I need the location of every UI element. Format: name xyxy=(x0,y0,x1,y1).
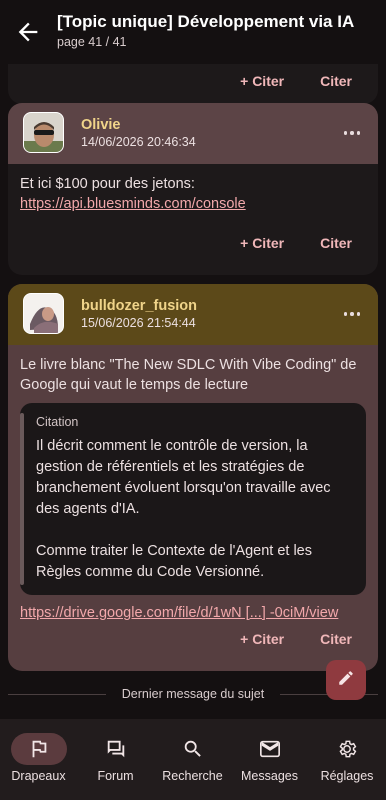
nav-item-messages[interactable]: Messages xyxy=(231,719,308,800)
post-card: + Citer Citer xyxy=(8,64,378,104)
nav-item-recherche[interactable]: Recherche xyxy=(154,719,231,800)
flag-icon xyxy=(10,733,67,765)
post-body: Et ici $100 pour des jetons: https://api… xyxy=(8,164,378,214)
quote-label: Citation xyxy=(36,415,79,429)
quote-button[interactable]: Citer xyxy=(320,235,352,251)
reply-button[interactable] xyxy=(326,660,366,700)
back-arrow-icon[interactable] xyxy=(14,18,42,46)
post-date: 15/06/2026 21:54:44 xyxy=(81,316,196,330)
page-indicator: page 41 / 41 xyxy=(57,35,127,49)
nav-label: Recherche xyxy=(162,769,223,783)
quote-paragraph: Il décrit comment le contrôle de version… xyxy=(36,438,331,517)
quote-block: Citation Il décrit comment le contrôle d… xyxy=(20,403,366,595)
forum-icon xyxy=(88,733,144,765)
post-author[interactable]: bulldozer_fusion xyxy=(81,298,197,314)
post-card: bulldozer_fusion 15/06/2026 21:54:44 Le … xyxy=(8,284,378,671)
mail-icon xyxy=(242,733,298,765)
post-header: bulldozer_fusion 15/06/2026 21:54:44 xyxy=(8,284,378,345)
post-list[interactable]: + Citer Citer Olivie 14/06/2026 20:46:34… xyxy=(0,64,386,719)
app-bar: [Topic unique] Développement via IA page… xyxy=(0,0,386,64)
multi-quote-button[interactable]: + Citer xyxy=(240,631,284,647)
nav-item-forum[interactable]: Forum xyxy=(77,719,154,800)
avatar[interactable] xyxy=(23,293,64,334)
more-options-icon[interactable] xyxy=(343,131,360,135)
post-actions: + Citer Citer xyxy=(240,73,352,89)
post-author[interactable]: Olivie xyxy=(81,117,121,133)
quote-button[interactable]: Citer xyxy=(320,631,352,647)
nav-item-reglages[interactable]: Réglages xyxy=(308,719,386,800)
post-text: Et ici $100 pour des jetons: xyxy=(20,176,195,192)
nav-label: Messages xyxy=(241,769,298,783)
more-options-icon[interactable] xyxy=(343,312,360,316)
quote-paragraph: Comme traiter le Contexte de l'Agent et … xyxy=(36,543,312,580)
gear-icon xyxy=(319,733,375,765)
bottom-navigation: Drapeaux Forum Recherche Messages Réglag… xyxy=(0,719,386,800)
post-link[interactable]: https://api.bluesminds.com/console xyxy=(20,196,246,212)
quote-button[interactable]: Citer xyxy=(320,73,352,89)
search-icon xyxy=(165,733,221,765)
post-actions: + Citer Citer xyxy=(240,631,352,647)
post-actions: + Citer Citer xyxy=(240,235,352,251)
avatar[interactable] xyxy=(23,112,64,153)
nav-label: Réglages xyxy=(320,769,374,783)
multi-quote-button[interactable]: + Citer xyxy=(240,73,284,89)
post-date: 14/06/2026 20:46:34 xyxy=(81,135,196,149)
post-body: Le livre blanc "The New SDLC With Vibe C… xyxy=(8,345,378,623)
post-header: Olivie 14/06/2026 20:46:34 xyxy=(8,103,378,164)
post-link[interactable]: https://drive.google.com/file/d/1wN [...… xyxy=(20,605,338,621)
pencil-icon xyxy=(337,669,355,692)
post-text: Le livre blanc "The New SDLC With Vibe C… xyxy=(20,357,357,393)
multi-quote-button[interactable]: + Citer xyxy=(240,235,284,251)
topic-title: [Topic unique] Développement via IA xyxy=(57,12,355,31)
nav-label: Forum xyxy=(97,769,134,783)
nav-label: Drapeaux xyxy=(11,769,66,783)
post-card: Olivie 14/06/2026 20:46:34 Et ici $100 p… xyxy=(8,103,378,275)
nav-item-drapeaux[interactable]: Drapeaux xyxy=(0,719,77,800)
